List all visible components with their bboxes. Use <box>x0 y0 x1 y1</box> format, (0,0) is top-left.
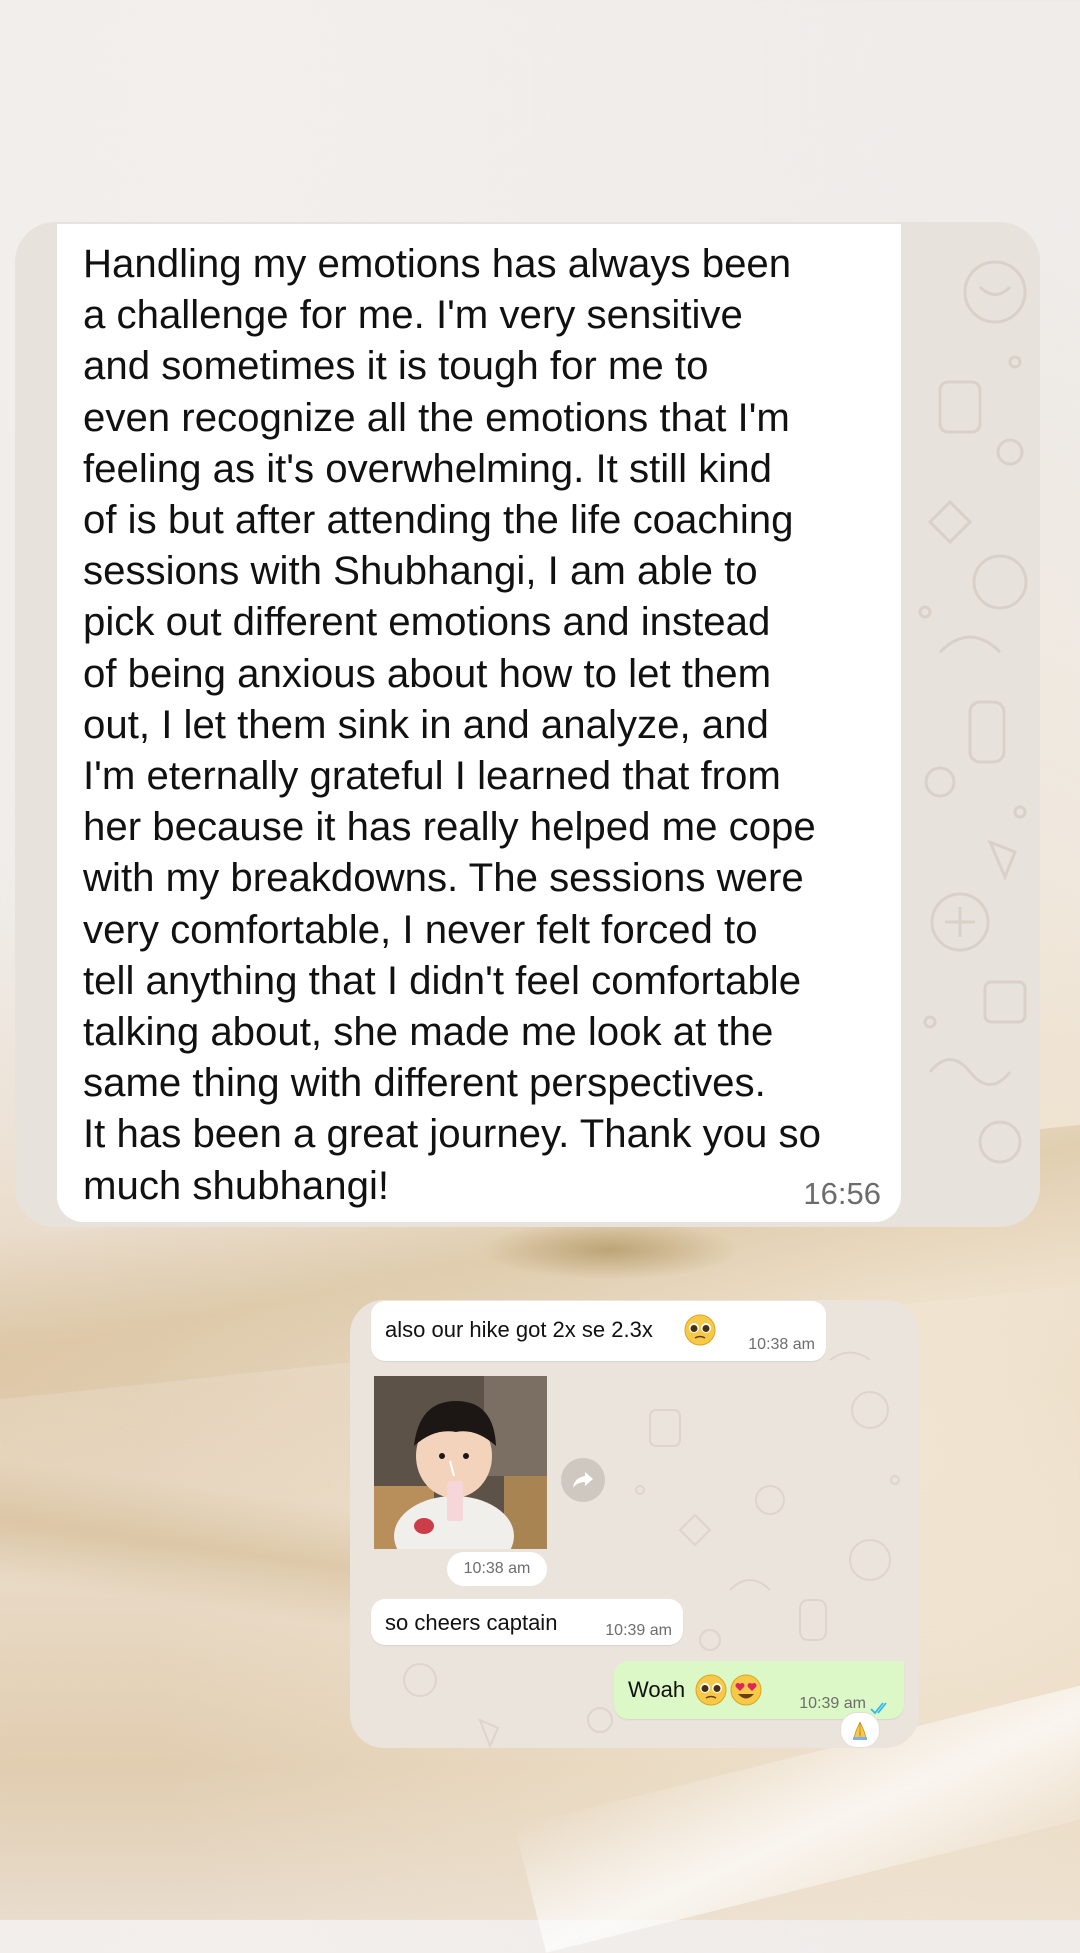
folded-hands-emoji[interactable] <box>840 1712 880 1748</box>
testimonial-message-text: Handling my emotions has always been a c… <box>83 241 821 1208</box>
message-text: so cheers captain <box>385 1610 558 1635</box>
message-timestamp: 16:56 <box>803 1176 881 1211</box>
chat-wallpaper-doodle <box>918 260 1028 1164</box>
message-timestamp: 10:39 am <box>799 1695 866 1712</box>
background-paint-streak <box>480 1220 740 1280</box>
testimonial-screenshot: Handling my emotions has always been a c… <box>15 222 1040 1227</box>
pleading-face-emoji <box>694 1673 728 1713</box>
testimonial-message-bubble: Handling my emotions has always been a c… <box>57 224 901 1222</box>
message-text: Woah <box>628 1677 686 1702</box>
forward-icon <box>573 1472 593 1488</box>
message-text: also our hike got 2x se 2.3x <box>385 1317 653 1342</box>
message-timestamp: 10:39 am <box>605 1622 672 1639</box>
incoming-message: also our hike got 2x se 2.3x 10:38 am <box>371 1301 826 1361</box>
pleading-face-emoji <box>683 1313 717 1353</box>
photo-message[interactable] <box>374 1376 547 1549</box>
chat-screenshot: also our hike got 2x se 2.3x 10:38 am 10… <box>350 1300 919 1748</box>
forward-button[interactable] <box>561 1458 605 1502</box>
message-timestamp: 10:38 am <box>748 1336 815 1353</box>
outgoing-message: Woah 10:39 am <box>614 1661 904 1719</box>
incoming-message: so cheers captain 10:39 am <box>371 1599 683 1645</box>
message-timestamp: 10:38 am <box>447 1552 547 1586</box>
heart-eyes-emoji <box>729 1673 763 1713</box>
